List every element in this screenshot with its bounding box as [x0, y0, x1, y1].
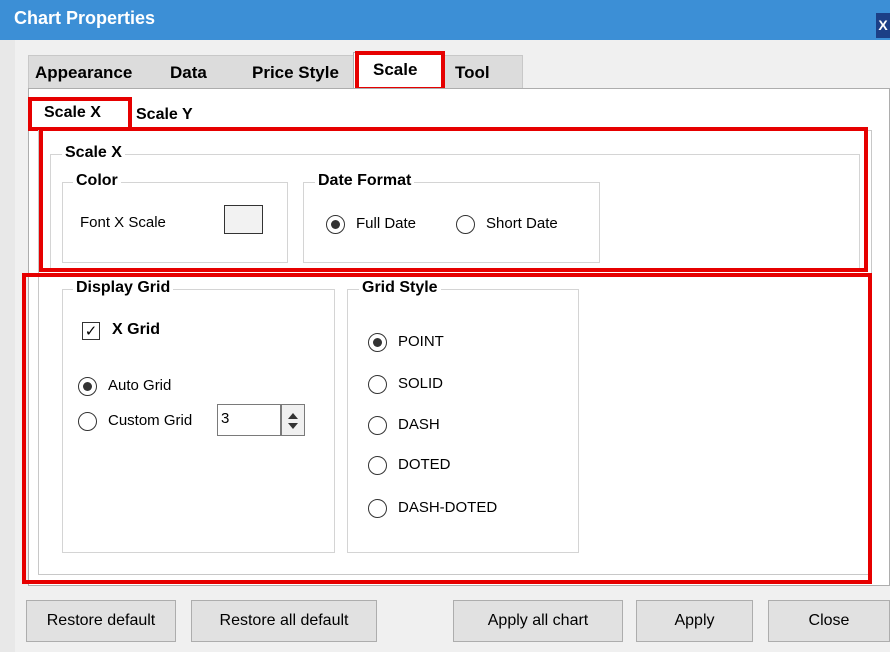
- scale-x-subtab-highlight: [28, 97, 132, 131]
- subtab-scale-y[interactable]: Scale Y: [136, 106, 193, 124]
- apply-button[interactable]: Apply: [636, 600, 753, 642]
- apply-all-chart-button[interactable]: Apply all chart: [453, 600, 623, 642]
- scale-x-section-highlight: [39, 127, 868, 272]
- scale-tab-highlight: [355, 51, 445, 91]
- restore-all-default-button[interactable]: Restore all default: [191, 600, 377, 642]
- grid-section-highlight: [22, 273, 872, 584]
- window-edge: [0, 40, 15, 652]
- close-window-icon[interactable]: X: [876, 13, 890, 38]
- window-title: Chart Properties: [14, 8, 156, 28]
- tab-appearance[interactable]: Appearance: [35, 63, 132, 83]
- title-bar: Chart Properties X: [0, 0, 890, 40]
- tab-data[interactable]: Data: [170, 63, 207, 83]
- restore-default-button[interactable]: Restore default: [26, 600, 176, 642]
- tab-tool[interactable]: Tool: [455, 63, 490, 83]
- tab-price-style[interactable]: Price Style: [252, 63, 339, 83]
- close-button[interactable]: Close: [768, 600, 890, 642]
